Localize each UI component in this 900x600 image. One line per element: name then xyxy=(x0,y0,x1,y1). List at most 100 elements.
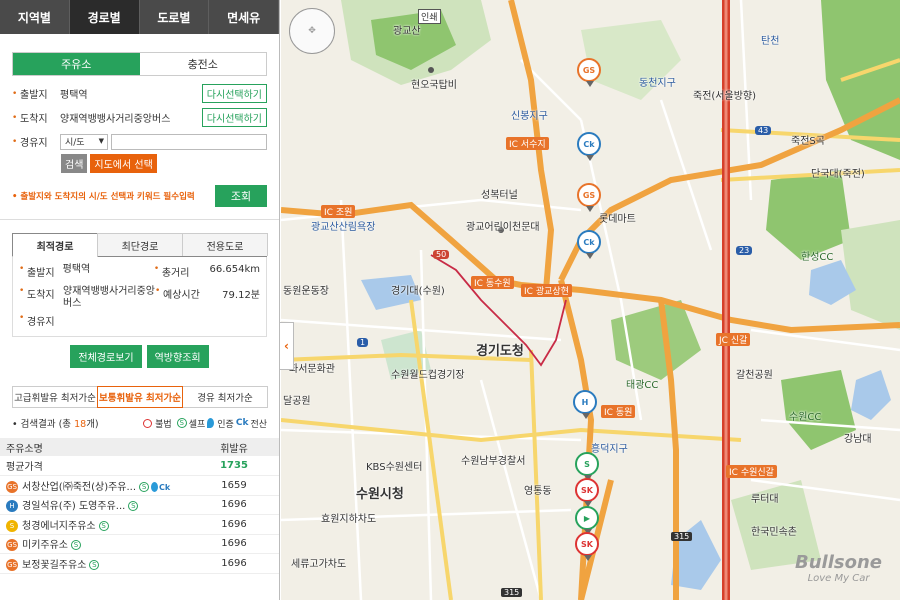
table-row[interactable]: H 경일석유(주) 도영주유... S 1696 xyxy=(0,495,279,515)
query-button[interactable]: 조회 xyxy=(215,185,267,207)
price-sort-tabs: 고급휘발유 최저가순 보통휘발유 최저가순 경유 최저가순 xyxy=(12,386,268,408)
tab-diesel-lowest[interactable]: 경유 최저가순 xyxy=(182,386,268,408)
average-row: 평균가격 1735 xyxy=(0,456,279,476)
bullet-icon: • xyxy=(153,264,160,274)
station-cell[interactable]: GS 보정꽃길주유소 S xyxy=(0,553,189,574)
top-nav: 지역별 경로별 도로별 면세유 xyxy=(0,0,279,34)
map-pan-control[interactable]: ✥ xyxy=(289,8,335,54)
origin-reselect-button[interactable]: 다시선택하기 xyxy=(201,84,267,103)
nav-tab-road[interactable]: 도로별 xyxy=(140,0,210,34)
map-view[interactable]: ✥ 광교산 인쇄 현오국탑비 신봉지구 성복터널 광교어린이천문대 동천지구 죽… xyxy=(281,0,900,600)
station-price: 1696 xyxy=(189,495,279,515)
tab-premium-lowest[interactable]: 고급휘발유 최저가순 xyxy=(12,386,98,408)
watermark-brand: Bullsone xyxy=(795,552,882,573)
bullet-icon: • xyxy=(12,88,18,99)
nav-tab-route[interactable]: 경로별 xyxy=(69,0,140,34)
map-label: 수원시청 xyxy=(356,487,404,502)
station-name[interactable]: 경일석유(주) 도영주유... xyxy=(22,501,125,512)
nav-tab-region[interactable]: 지역별 xyxy=(0,0,70,34)
estimated-time-label: 예상시간 xyxy=(163,290,200,301)
map-label: 한성CC xyxy=(801,252,834,263)
required-note-row: • 출발지와 도착지의 시/도 선택과 키워드 필수입력 조회 xyxy=(12,185,267,207)
tab-gas-station[interactable]: 주유소 xyxy=(13,53,140,75)
bullet-icon: • xyxy=(19,313,25,323)
road-shield: 315 xyxy=(671,532,693,541)
bullet-icon: • xyxy=(12,112,18,123)
summary-destination-value: 양재역뱅뱅사거리중앙버스 xyxy=(63,286,155,309)
province-select-value: 시/도 xyxy=(65,138,85,148)
route-type-tabs: 최적경로 최단경로 전용도로 xyxy=(12,233,268,257)
table-row[interactable]: GS 보정꽃길주유소 S 1696 xyxy=(0,553,279,574)
summary-waypoint-label: 경유지 xyxy=(27,317,55,328)
gas-station-pin[interactable]: S xyxy=(575,452,599,481)
table-row[interactable]: GS 미키주유소 S 1696 xyxy=(0,534,279,554)
origin-label: 출발지 xyxy=(20,90,48,101)
ic-tag: IC 동원 xyxy=(601,405,636,418)
gas-station-pin[interactable]: Ck xyxy=(577,132,601,161)
hyundai-oilbank-icon: H xyxy=(581,397,589,407)
station-name[interactable]: 미키주유소 xyxy=(22,540,68,551)
reverse-route-button[interactable]: 역방향조회 xyxy=(146,345,209,368)
gas-station-pin[interactable]: H xyxy=(573,390,597,419)
origin-value: 평택역 xyxy=(60,90,88,101)
map-label: 수원남부경찰서 xyxy=(461,456,526,467)
certified-drop-icon xyxy=(151,481,159,492)
waypoint-keyword-input[interactable] xyxy=(111,133,267,150)
tab-expressway-route[interactable]: 전용도로 xyxy=(182,233,268,256)
map-label: KBS수원센터 xyxy=(366,462,423,473)
ic-tag: IC 수원신갈 xyxy=(726,465,777,478)
summary-row: • 출발지 평택역 • 총거리 66.654km xyxy=(19,261,260,283)
panel-collapse-toggle[interactable]: ‹ xyxy=(280,322,294,370)
station-name[interactable]: 서창산업(㈜죽전(상)주유... xyxy=(22,482,136,493)
map-label: 효원지하차도 xyxy=(321,514,377,525)
province-select[interactable]: 시/도 ▼ xyxy=(60,133,108,150)
gas-station-pin[interactable]: SK xyxy=(575,532,599,561)
map-label: 달공원 xyxy=(283,396,311,407)
station-cell[interactable]: H 경일석유(주) 도영주유... S xyxy=(0,495,189,515)
map-label: 광교산산림욕장 xyxy=(311,222,376,233)
map-label: 죽전(서울방향) xyxy=(693,91,757,102)
map-label: 성복터널 xyxy=(481,190,518,201)
total-distance-value: 66.654km xyxy=(209,264,260,275)
map-label: 단국대(죽전) xyxy=(811,169,865,180)
map-label: 루터대 xyxy=(751,494,779,505)
self-icon: S xyxy=(128,501,139,512)
gs-brand-icon: GS xyxy=(6,558,18,571)
map-label: 경기대(수원) xyxy=(391,286,445,297)
station-cell[interactable]: S 청경에너지주유소 S xyxy=(0,514,189,535)
gas-station-pin[interactable]: GS xyxy=(577,58,601,87)
tab-charging-station[interactable]: 충전소 xyxy=(139,53,266,75)
waypoint-search-button[interactable]: 검색 xyxy=(61,154,88,173)
legend-cert: 인증 xyxy=(217,419,234,430)
map-label: 강남대 xyxy=(844,434,872,445)
highway-shield: 43 xyxy=(755,126,772,135)
tab-regular-lowest[interactable]: 보통휘발유 최저가순 xyxy=(97,386,183,408)
destination-reselect-button[interactable]: 다시선택하기 xyxy=(201,108,267,127)
s-oil-icon: S xyxy=(6,519,18,532)
gas-station-pin[interactable]: SK xyxy=(575,478,599,507)
map-label: 경기도청 xyxy=(476,344,524,359)
map-label: 탄천 xyxy=(761,36,780,47)
results-count-text: • 검색결과 (총 18개) xyxy=(12,419,99,430)
gas-station-pin[interactable]: GS xyxy=(577,183,601,212)
gas-station-pin[interactable]: Ck xyxy=(577,230,601,259)
select-on-map-button[interactable]: 지도에서 선택 xyxy=(90,154,157,173)
station-cell[interactable]: GS 서창산업(㈜죽전(상)주유... S Ck xyxy=(0,475,189,496)
tab-shortest-route[interactable]: 최단경로 xyxy=(97,233,183,256)
full-route-button[interactable]: 전체경로보기 xyxy=(70,345,142,368)
gs-brand-icon: GS xyxy=(582,190,596,200)
gs-brand-icon: GS xyxy=(6,480,18,493)
legend-eco: 전산 xyxy=(250,419,267,430)
nav-tab-taxfree[interactable]: 면세유 xyxy=(209,0,279,34)
chevron-down-icon: ▼ xyxy=(98,136,104,145)
table-row[interactable]: GS 서창산업(㈜죽전(상)주유... S Ck 1659 xyxy=(0,475,279,496)
waypoint-buttons: 검색 지도에서 선택 xyxy=(61,154,267,173)
station-cell[interactable]: GS 미키주유소 S xyxy=(0,534,189,554)
station-name[interactable]: 보정꽃길주유소 xyxy=(22,560,86,571)
gas-station-pin[interactable]: ▶ xyxy=(575,506,599,535)
legend-self: 셀프 xyxy=(188,419,206,430)
table-row[interactable]: S 청경에너지주유소 S 1696 xyxy=(0,514,279,535)
tab-optimal-route[interactable]: 최적경로 xyxy=(12,233,98,257)
station-name[interactable]: 청경에너지주유소 xyxy=(22,521,96,532)
map-label: 현오국탑비 xyxy=(411,80,457,91)
